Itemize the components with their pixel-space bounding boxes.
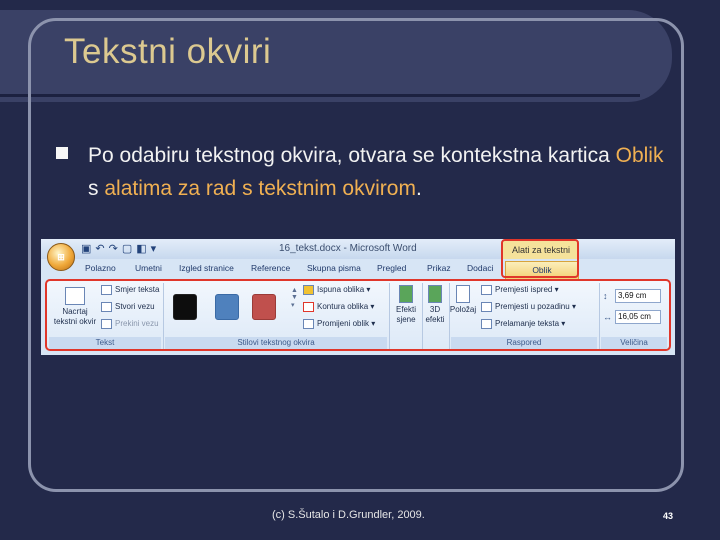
bring-front-button[interactable]: Premjesti ispred ▾: [481, 285, 559, 295]
tab-prikaz[interactable]: Prikaz: [427, 263, 451, 273]
send-back-icon: [481, 302, 492, 312]
bullet-marker: [56, 147, 68, 159]
width-input[interactable]: 16,05 cm: [615, 310, 661, 324]
shadow-effects-button[interactable]: Efekti sjene: [391, 285, 421, 325]
text-wrap-button[interactable]: Prelamanje teksta ▾: [481, 319, 565, 329]
text-direction-icon: [101, 285, 112, 295]
bullet-text-part3: s: [88, 177, 105, 200]
unlink-icon: [101, 319, 112, 329]
contextual-tab-highlight: [501, 239, 579, 278]
ribbon-tabs: Polazno Umetni Izgled stranice Reference…: [41, 259, 675, 279]
3d-effects-button[interactable]: 3D efekti: [423, 285, 447, 325]
text-wrap-icon: [481, 319, 492, 329]
group-label-styles: Stilovi tekstnog okvira: [165, 337, 387, 349]
ribbon-panel-oblik: Nacrtaj tekstni okvir Smjer teksta Stvor…: [45, 279, 671, 351]
shape-fill-button[interactable]: Ispuna oblika ▾: [303, 285, 370, 295]
bullet-text-end: .: [415, 177, 422, 200]
draw-text-box-label: Nacrtaj tekstni okvir: [53, 307, 97, 326]
style-swatch-red[interactable]: [252, 294, 276, 320]
tab-skupna-pisma[interactable]: Skupna pisma: [307, 263, 361, 273]
text-direction-button[interactable]: Smjer teksta: [101, 285, 159, 295]
style-swatch-black[interactable]: [173, 294, 197, 320]
position-button[interactable]: Položaj: [449, 285, 477, 315]
outline-pen-icon: [303, 302, 314, 312]
text-box-icon: [65, 287, 85, 305]
create-link-label: Stvori vezu: [115, 302, 155, 312]
send-back-button[interactable]: Premjesti u pozadinu ▾: [481, 302, 576, 312]
change-shape-icon: [303, 319, 314, 329]
position-icon: [456, 285, 470, 303]
text-wrap-label: Prelamanje teksta: [495, 319, 560, 329]
send-back-label: Premjesti u pozadinu: [495, 302, 570, 312]
change-shape-button[interactable]: Promijeni oblik ▾: [303, 319, 375, 329]
group-separator: [599, 283, 600, 349]
shadow-effects-label: Efekti sjene: [395, 305, 416, 324]
bullet-text: Po odabiru tekstnog okvira, otvara se ko…: [88, 139, 668, 205]
draw-text-box-button[interactable]: Nacrtaj tekstni okvir: [53, 287, 97, 327]
quick-access-toolbar[interactable]: ▣↶↷▢◧▾: [81, 242, 160, 255]
bring-front-label: Premjesti ispred: [495, 285, 553, 295]
group-separator: [389, 283, 390, 349]
tab-umetni[interactable]: Umetni: [135, 263, 162, 273]
page-number: 43: [663, 511, 674, 521]
change-shape-label: Promijeni oblik: [317, 319, 370, 329]
height-icon: ↕: [603, 291, 608, 301]
slide-title: Tekstni okviri: [64, 32, 272, 71]
group-label-arrange: Raspored: [451, 337, 597, 349]
break-link-button[interactable]: Prekini vezu: [101, 319, 159, 329]
position-label: Položaj: [449, 305, 477, 314]
word-ribbon-screenshot: ▣↶↷▢◧▾ 16_tekst.docx - Microsoft Word Al…: [41, 239, 675, 355]
bullet-highlight-tools: alatima za rad s tekstnim okvirom: [104, 177, 416, 200]
3d-cube-icon: [428, 285, 442, 303]
text-direction-label: Smjer teksta: [115, 285, 160, 295]
tab-polazno[interactable]: Polazno: [85, 263, 116, 273]
style-swatch-blue[interactable]: [215, 294, 239, 320]
width-icon: ↔: [603, 312, 612, 322]
shape-fill-label: Ispuna oblika: [317, 285, 365, 295]
shape-outline-button[interactable]: Kontura oblika ▾: [303, 302, 374, 312]
3d-effects-label: 3D efekti: [425, 305, 445, 324]
tab-pregled[interactable]: Pregled: [377, 263, 406, 273]
office-button[interactable]: ⊞: [47, 243, 75, 271]
styles-scroll-arrows[interactable]: ▲ ▼ ▾: [291, 287, 298, 309]
paint-bucket-icon: [303, 285, 314, 295]
tab-reference[interactable]: Reference: [251, 263, 290, 273]
bring-front-icon: [481, 285, 492, 295]
break-link-label: Prekini vezu: [115, 319, 159, 329]
document-title: 16_tekst.docx - Microsoft Word: [279, 243, 417, 254]
create-link-button[interactable]: Stvori vezu: [101, 302, 155, 312]
window-titlebar: ▣↶↷▢◧▾ 16_tekst.docx - Microsoft Word Al…: [41, 239, 675, 273]
shape-outline-label: Kontura oblika: [317, 302, 369, 312]
bullet-highlight-oblik: Oblik: [615, 144, 664, 167]
group-label-tekst: Tekst: [49, 337, 161, 349]
bullet-text-part1: Po odabiru tekstnog okvira, otvara se ko…: [88, 144, 616, 167]
group-label-size: Veličina: [601, 337, 667, 349]
tab-dodaci[interactable]: Dodaci: [467, 263, 493, 273]
tab-izgled-stranice[interactable]: Izgled stranice: [179, 263, 234, 273]
height-input[interactable]: 3,69 cm: [615, 289, 661, 303]
shadow-effects-icon: [399, 285, 413, 303]
group-separator: [163, 283, 164, 349]
link-icon: [101, 302, 112, 312]
footer-copyright: (c) S.Šutalo i D.Grundler, 2009.: [272, 509, 425, 521]
